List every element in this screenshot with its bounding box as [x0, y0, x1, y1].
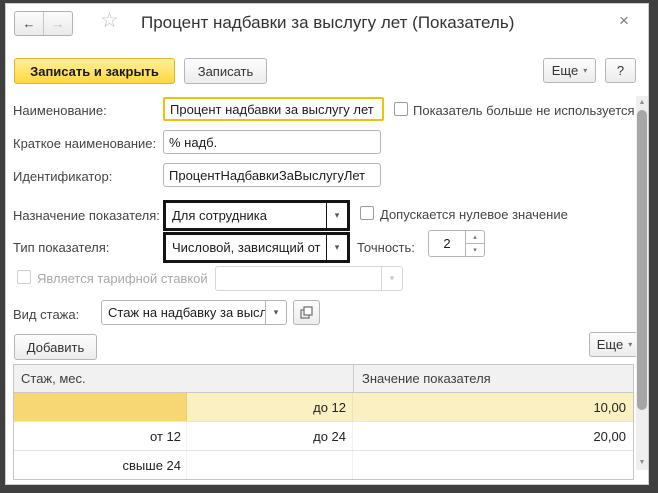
- experience-kind-select[interactable]: Стаж на надбавку за высл ▾: [101, 300, 287, 325]
- experience-kind-value: Стаж на надбавку за высл: [102, 301, 265, 324]
- scrollbar-thumb[interactable]: [637, 110, 647, 410]
- spin-down-icon[interactable]: ▾: [466, 243, 484, 256]
- not-used-checkbox[interactable]: [394, 102, 408, 116]
- chevron-down-icon: ▾: [628, 340, 632, 349]
- back-icon[interactable]: ←: [15, 12, 43, 35]
- zero-allowed-checkbox[interactable]: [360, 206, 374, 220]
- identifier-input[interactable]: [163, 163, 381, 187]
- table-row[interactable]: свыше 24: [14, 451, 633, 480]
- purpose-label: Назначение показателя:: [13, 208, 160, 223]
- help-button[interactable]: ?: [605, 58, 636, 83]
- tariff-rate-select-value: [216, 267, 381, 290]
- values-table: Стаж, мес. Значение показателя до 12 10,…: [13, 364, 634, 480]
- column-header-experience[interactable]: Стаж, мес.: [14, 365, 353, 392]
- cell-to[interactable]: до 24: [187, 422, 353, 450]
- column-header-value[interactable]: Значение показателя: [353, 365, 633, 392]
- type-select-value: Числовой, зависящий от: [166, 235, 326, 260]
- spin-up-icon[interactable]: ▴: [466, 231, 484, 243]
- cell-value[interactable]: 20,00: [353, 422, 633, 450]
- add-row-button[interactable]: Добавить: [14, 334, 97, 360]
- close-icon[interactable]: ×: [619, 11, 629, 31]
- open-icon: [300, 306, 313, 319]
- table-row[interactable]: от 12 до 24 20,00: [14, 422, 633, 451]
- cell-from[interactable]: свыше 24: [14, 451, 187, 480]
- tariff-rate-select: ▾: [215, 266, 403, 291]
- short-name-input[interactable]: [163, 130, 381, 154]
- forward-icon[interactable]: →: [43, 12, 72, 35]
- type-label: Тип показателя:: [13, 240, 109, 255]
- cell-to[interactable]: до 12: [187, 393, 353, 421]
- name-input[interactable]: [163, 97, 384, 121]
- type-select[interactable]: Числовой, зависящий от ▾: [163, 232, 350, 263]
- table-more-button[interactable]: Еще ▾: [589, 332, 640, 357]
- table-more-label: Еще: [597, 337, 623, 352]
- scroll-down-icon[interactable]: ▼: [636, 456, 648, 468]
- scroll-up-icon[interactable]: ▲: [636, 96, 648, 108]
- precision-stepper[interactable]: 2 ▴ ▾: [428, 230, 485, 257]
- chevron-down-icon[interactable]: ▾: [265, 301, 286, 324]
- cell-to[interactable]: [187, 451, 353, 480]
- chevron-down-icon: ▾: [381, 267, 402, 290]
- identifier-label: Идентификатор:: [13, 169, 112, 184]
- cell-from[interactable]: от 12: [14, 422, 187, 450]
- cell-value[interactable]: [353, 451, 633, 480]
- tariff-rate-checkbox: [17, 270, 31, 284]
- history-nav-group: ← →: [14, 11, 73, 36]
- precision-label: Точность:: [357, 240, 415, 255]
- save-button[interactable]: Записать: [184, 58, 267, 84]
- table-header-row: Стаж, мес. Значение показателя: [14, 365, 633, 393]
- experience-kind-label: Вид стажа:: [13, 307, 79, 322]
- purpose-select[interactable]: Для сотрудника ▾: [163, 200, 350, 231]
- cell-from[interactable]: [14, 393, 187, 421]
- more-button-label: Еще: [552, 63, 578, 78]
- zero-allowed-label: Допускается нулевое значение: [380, 207, 568, 222]
- page-title: Процент надбавки за выслугу лет (Показат…: [141, 13, 514, 33]
- indicator-form-window: ← → ☆ Процент надбавки за выслугу лет (П…: [0, 0, 658, 493]
- more-button[interactable]: Еще ▾: [543, 58, 596, 83]
- precision-value: 2: [429, 231, 465, 256]
- save-and-close-button[interactable]: Записать и закрыть: [14, 58, 175, 84]
- not-used-label: Показатель больше не используется: [413, 103, 637, 118]
- name-label: Наименование:: [13, 103, 107, 118]
- table-row[interactable]: до 12 10,00: [14, 393, 633, 422]
- tariff-rate-label: Является тарифной ставкой: [37, 271, 208, 286]
- precision-arrows: ▴ ▾: [465, 231, 484, 256]
- favorite-star-icon[interactable]: ☆: [100, 9, 119, 33]
- open-experience-kind-button[interactable]: [293, 300, 320, 325]
- short-name-label: Краткое наименование:: [13, 136, 156, 151]
- chevron-down-icon: ▾: [583, 66, 587, 75]
- chevron-down-icon[interactable]: ▾: [326, 235, 347, 260]
- chevron-down-icon[interactable]: ▾: [326, 203, 347, 228]
- cell-value[interactable]: 10,00: [353, 393, 633, 421]
- purpose-select-value: Для сотрудника: [166, 203, 326, 228]
